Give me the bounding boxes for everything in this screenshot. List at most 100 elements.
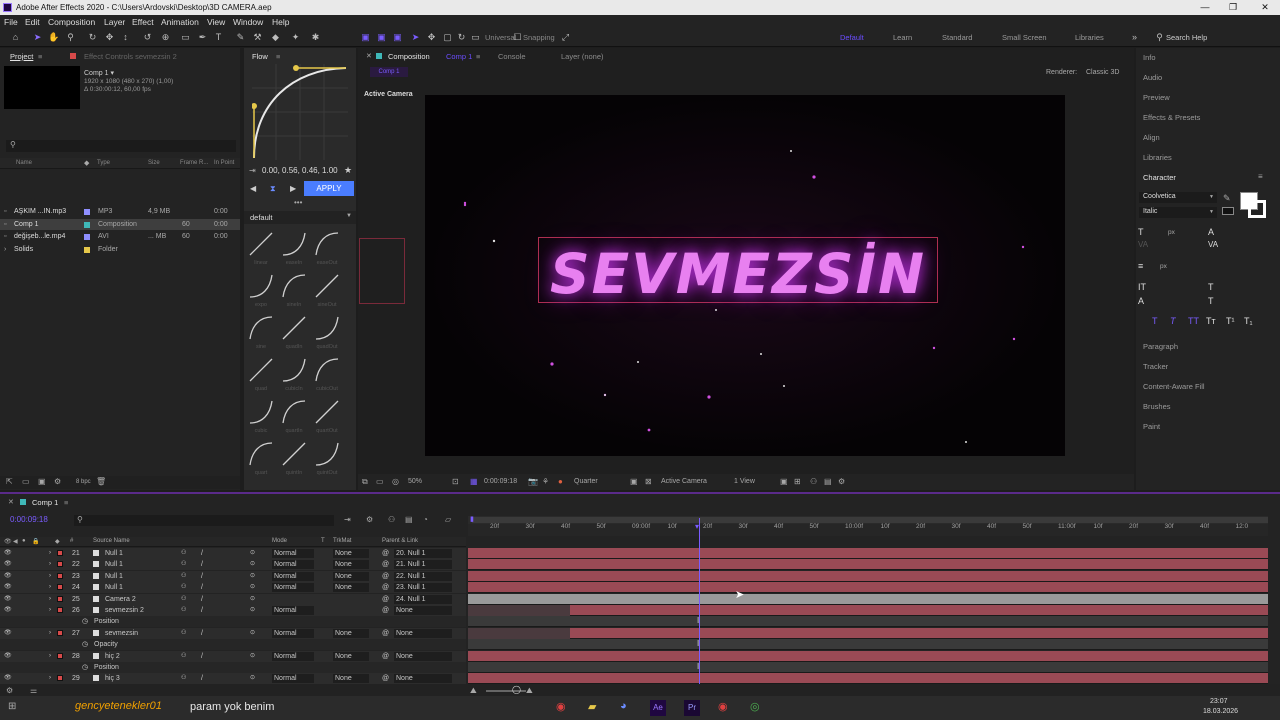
ease-preset-cubic[interactable] [248,399,274,425]
orbit-camera-icon[interactable]: ↻ [456,32,467,43]
ease-preset-quadOut[interactable] [314,315,340,341]
eraser-tool-icon[interactable]: ◆ [270,32,281,43]
parent-dropdown[interactable]: None [394,606,452,615]
layer-row[interactable]: 👁 › 23 Null 1 ⚇ / ⊙ Normal None @22. Null 1 [0,570,466,582]
subscript-button[interactable]: T₁ [1244,316,1253,326]
panel-menu-icon[interactable]: ≡ [64,498,68,507]
title-text[interactable]: SEVMEZSİN [538,242,938,306]
3d-layer-icon[interactable]: ⊙ [250,628,255,639]
parent-dropdown[interactable]: 24. Null 1 [394,594,452,604]
blend-mode-dropdown[interactable]: Normal [272,674,314,684]
property-track[interactable] [468,639,1268,651]
col-source-name[interactable]: Source Name [93,538,130,544]
expand-arrow-icon[interactable]: › [49,559,51,570]
panel-menu-icon[interactable]: ≡ [1258,172,1263,181]
curve-values[interactable]: 0.00, 0.56, 0.46, 1.00 [262,166,338,175]
panel-effects-presets[interactable]: Effects & Presets [1143,113,1200,122]
import-icon[interactable]: ⇥ [249,166,256,175]
work-area-start-handle[interactable]: ▮ [470,515,474,523]
blend-mode-dropdown[interactable]: Normal [272,583,314,593]
toggle-pixel-icon[interactable]: ▣ [780,477,788,486]
flowchart-icon[interactable]: ⚇ [810,477,817,486]
layer-label-swatch[interactable] [57,629,63,636]
layer-row[interactable]: 👁 › 22 Null 1 ⚇ / ⊙ Normal None @21. Null 1 [0,559,466,571]
layer-row[interactable]: 👁 › 28 hiç 2 ⚇ / ⊙ Normal None @ None [0,650,466,662]
pickwhip-icon[interactable]: @ [382,594,389,605]
new-comp-icon[interactable]: ▣ [38,477,46,486]
parent-dropdown[interactable]: 20. Null 1 [394,549,452,558]
faux-bold-button[interactable]: T [1152,316,1158,326]
shy-switch-icon[interactable]: ⚇ [181,605,186,616]
shy-switch-icon[interactable]: ⚇ [181,559,186,570]
ease-preset-expo[interactable] [248,273,274,299]
3d-layer-icon[interactable]: ⊙ [250,673,255,684]
trkmat-dropdown[interactable]: None [333,549,369,558]
pen-tool-icon[interactable]: ✒ [197,32,208,43]
eye-icon[interactable]: 👁 [4,571,12,582]
windows-start-icon[interactable]: ⊞ [8,701,16,712]
settings-icon[interactable]: ⚙ [54,477,61,486]
parent-dropdown[interactable]: 22. Null 1 [394,571,452,581]
shy-icon[interactable]: ⚇ [388,515,395,524]
panel-align[interactable]: Align [1143,133,1160,142]
quality-switch-icon[interactable]: / [201,651,203,662]
menu-layer[interactable]: Layer [104,15,125,29]
project-search-input[interactable]: ⚲ [6,140,236,152]
shy-switch-icon[interactable]: ⚇ [181,651,186,662]
3d-layer-icon[interactable]: ⊙ [250,594,255,605]
layer-duration-bar[interactable] [468,548,1268,559]
apply-button[interactable]: APPLY [304,181,354,196]
local-axis-icon[interactable]: ▣ [360,32,371,43]
label-color-swatch[interactable] [84,209,90,215]
view-dropdown[interactable]: Active Camera [661,478,707,485]
pickwhip-icon[interactable]: @ [382,605,389,616]
quality-switch-icon[interactable]: / [201,548,203,559]
parent-dropdown[interactable]: None [394,651,452,661]
font-family-dropdown[interactable]: Coolvetica ▼ [1139,192,1217,203]
layer-row[interactable]: 👁 › 29 hiç 3 ⚇ / ⊙ Normal None @ None [0,673,466,685]
clock-date[interactable]: 18.03.2026 [1203,708,1238,715]
property-track[interactable] [468,616,1268,628]
zoom-in-icon[interactable]: ⛰ [526,686,533,696]
tab-layer[interactable]: Layer (none) [561,52,604,61]
time-ruler[interactable] [468,524,1268,536]
graph-editor-icon[interactable]: ▱ [445,515,451,524]
flow-curve-graph[interactable] [252,64,348,160]
playhead-icon[interactable]: ▾ [695,522,699,531]
project-item[interactable]: › Solids Folder [0,244,240,255]
frame-blending-icon[interactable]: ▤ [405,515,413,524]
panel-character[interactable]: Character [1143,173,1176,182]
project-item[interactable]: ▫ AŞKIM ...IN.mp3 MP3 4,9 MB 0:00 [0,206,240,217]
close-tab-icon[interactable]: ✕ [366,52,372,60]
menu-composition[interactable]: Composition [48,15,95,29]
layer-duration-bar[interactable] [468,593,1268,605]
small-caps-button[interactable]: Tт [1206,316,1216,326]
project-item[interactable]: ▫ değişeb...le.mp4 AVI ... MB 60 0:00 [0,231,240,242]
pickwhip-icon[interactable]: @ [382,548,389,559]
timeline-icon[interactable]: ▤ [824,477,832,486]
search-help-field[interactable]: Search Help [1166,33,1207,42]
panel-libraries[interactable]: Libraries [1143,153,1172,162]
black-white-swatch[interactable] [1222,207,1234,215]
panel-tracker[interactable]: Tracker [1143,362,1168,371]
expand-arrow-icon[interactable]: › [49,548,51,559]
comp-canvas[interactable]: SEVMEZSİN [425,95,1065,456]
col-parent-link[interactable]: Parent & Link [382,538,418,544]
superscript-button[interactable]: T¹ [1226,316,1235,326]
grid-icon[interactable]: ▦ [470,477,478,486]
3d-layer-icon[interactable]: ⊙ [250,651,255,662]
pan-behind-tool-icon[interactable]: ⊕ [160,32,171,43]
brush-tool-icon[interactable]: ✎ [235,32,246,43]
zoom-out-icon[interactable]: ⛰ [470,686,477,696]
shy-switch-icon[interactable]: ⚇ [181,594,186,605]
panel-info[interactable]: Info [1143,53,1156,62]
zoom-tool-icon[interactable]: ⚲ [65,32,76,43]
channel-icon[interactable]: ● [558,477,563,486]
expand-arrow-icon[interactable]: › [49,571,51,582]
audio-switch-icon[interactable]: ◀ [13,538,18,545]
obs-icon[interactable]: ◉ [718,700,728,713]
ease-preset-cubicOut[interactable] [314,357,340,383]
panel-menu-icon[interactable]: ≡ [276,52,280,61]
blend-mode-dropdown[interactable]: Normal [272,560,314,570]
video-switch-icon[interactable]: 👁 [4,538,12,545]
